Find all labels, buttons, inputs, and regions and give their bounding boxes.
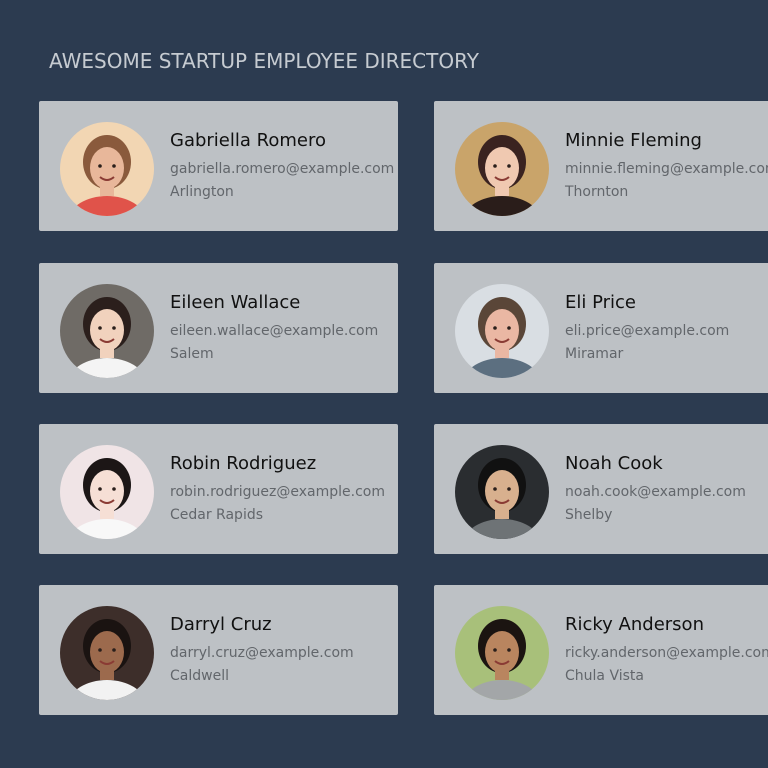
employee-city: Shelby xyxy=(565,507,613,523)
avatar-face xyxy=(90,631,124,673)
employee-info: Eileen Wallace eileen.wallace@example.co… xyxy=(170,292,378,366)
person-photo-icon xyxy=(455,606,549,700)
page-title: AWESOME STARTUP EMPLOYEE DIRECTORY xyxy=(49,49,479,73)
employee-avatar xyxy=(455,445,549,539)
employee-email: darryl.cruz@example.com xyxy=(170,645,354,661)
employee-info: Minnie Fleming minnie.fleming@example.co… xyxy=(565,130,768,204)
employee-email: eileen.wallace@example.com xyxy=(170,323,379,339)
employee-email: ricky.anderson@example.com xyxy=(565,645,768,661)
employee-name: Robin Rodriguez xyxy=(170,453,317,474)
avatar-eye xyxy=(112,164,116,168)
employee-grid: Gabriella Romero gabriella.romero@exampl… xyxy=(39,101,768,716)
employee-avatar xyxy=(60,122,154,216)
employee-directory-page: AWESOME STARTUP EMPLOYEE DIRECTORY Gabri… xyxy=(0,0,768,768)
avatar-eye xyxy=(98,487,102,491)
avatar-eye xyxy=(98,648,102,652)
employee-city: Miramar xyxy=(565,346,624,362)
avatar-face xyxy=(90,470,124,512)
employee-card[interactable]: Robin Rodriguez robin.rodriguez@example.… xyxy=(39,424,398,554)
employee-city: Caldwell xyxy=(170,668,229,684)
avatar-eye xyxy=(112,648,116,652)
avatar-eye xyxy=(98,326,102,330)
employee-city: Arlington xyxy=(170,184,234,200)
employee-name: Noah Cook xyxy=(565,453,663,474)
avatar-face xyxy=(90,147,124,189)
avatar-eye xyxy=(493,648,497,652)
avatar-eye xyxy=(112,487,116,491)
employee-avatar xyxy=(60,284,154,378)
employee-card[interactable]: Gabriella Romero gabriella.romero@exampl… xyxy=(39,101,398,231)
employee-card[interactable]: Darryl Cruz darryl.cruz@example.com Cald… xyxy=(39,585,398,715)
avatar-eye xyxy=(98,164,102,168)
employee-email: robin.rodriguez@example.com xyxy=(170,484,385,500)
avatar-face xyxy=(485,147,519,189)
employee-email: noah.cook@example.com xyxy=(565,484,746,500)
employee-city: Salem xyxy=(170,346,214,362)
employee-name: Eileen Wallace xyxy=(170,292,301,313)
employee-card[interactable]: Eli Price eli.price@example.com Miramar xyxy=(434,263,768,393)
employee-avatar xyxy=(455,122,549,216)
employee-avatar xyxy=(60,606,154,700)
avatar-face xyxy=(485,470,519,512)
employee-city: Thornton xyxy=(565,184,629,200)
employee-email: eli.price@example.com xyxy=(565,323,730,339)
employee-name: Ricky Anderson xyxy=(565,614,704,635)
employee-card[interactable]: Ricky Anderson ricky.anderson@example.co… xyxy=(434,585,768,715)
employee-email: gabriella.romero@example.com xyxy=(170,161,395,177)
avatar-eye xyxy=(112,326,116,330)
employee-name: Gabriella Romero xyxy=(170,130,326,151)
employee-card[interactable]: Minnie Fleming minnie.fleming@example.co… xyxy=(434,101,768,231)
avatar-face xyxy=(485,631,519,673)
employee-avatar xyxy=(60,445,154,539)
person-photo-icon xyxy=(60,284,154,378)
avatar-face xyxy=(485,309,519,351)
employee-avatar xyxy=(455,606,549,700)
employee-name: Darryl Cruz xyxy=(170,614,272,635)
avatar-eye xyxy=(507,648,511,652)
person-photo-icon xyxy=(60,606,154,700)
avatar-eye xyxy=(507,487,511,491)
person-photo-icon xyxy=(455,445,549,539)
employee-city: Chula Vista xyxy=(565,668,644,684)
employee-info: Noah Cook noah.cook@example.com Shelby xyxy=(565,453,746,527)
employee-name: Minnie Fleming xyxy=(565,130,702,151)
employee-info: Robin Rodriguez robin.rodriguez@example.… xyxy=(170,453,385,527)
employee-info: Gabriella Romero gabriella.romero@exampl… xyxy=(170,130,394,204)
employee-info: Darryl Cruz darryl.cruz@example.com Cald… xyxy=(170,614,354,688)
person-photo-icon xyxy=(455,284,549,378)
person-photo-icon xyxy=(60,122,154,216)
employee-city: Cedar Rapids xyxy=(170,507,264,523)
employee-card[interactable]: Eileen Wallace eileen.wallace@example.co… xyxy=(39,263,398,393)
employee-info: Ricky Anderson ricky.anderson@example.co… xyxy=(565,614,768,688)
avatar-eye xyxy=(507,326,511,330)
avatar-eye xyxy=(493,326,497,330)
avatar-eye xyxy=(507,164,511,168)
person-photo-icon xyxy=(455,122,549,216)
employee-info: Eli Price eli.price@example.com Miramar xyxy=(565,292,729,366)
employee-card[interactable]: Noah Cook noah.cook@example.com Shelby xyxy=(434,424,768,554)
employee-avatar xyxy=(455,284,549,378)
avatar-eye xyxy=(493,487,497,491)
avatar-face xyxy=(90,309,124,351)
employee-email: minnie.fleming@example.com xyxy=(565,161,768,177)
avatar-eye xyxy=(493,164,497,168)
employee-name: Eli Price xyxy=(565,292,637,313)
person-photo-icon xyxy=(60,445,154,539)
